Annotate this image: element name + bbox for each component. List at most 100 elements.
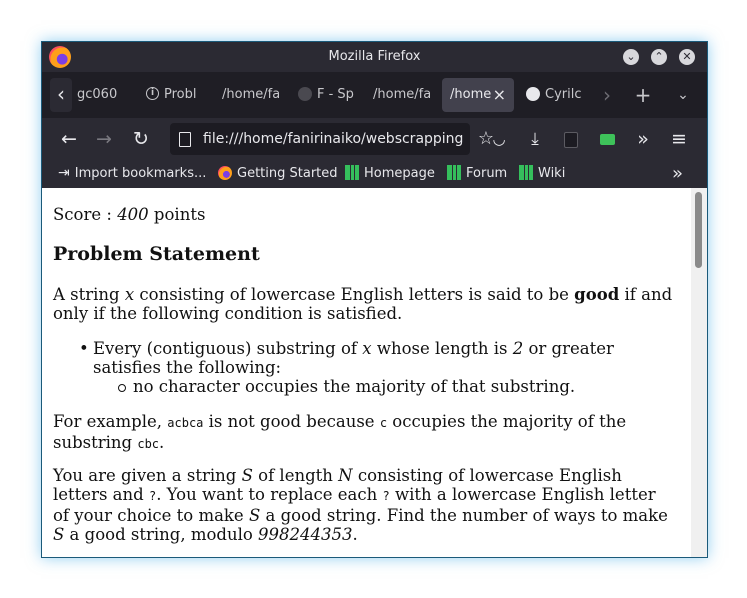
tab-gc060[interactable]: gc060 <box>77 78 127 112</box>
bookmark-label: Wiki <box>538 166 566 181</box>
tab-label: Probl <box>164 87 197 102</box>
code: ? <box>382 489 390 503</box>
text: of length <box>252 466 339 485</box>
extension-icon[interactable] <box>556 124 586 154</box>
math-var: S <box>241 466 253 485</box>
tab-home-2[interactable]: /home/fa <box>373 78 430 112</box>
bookmark-import[interactable]: ⇥ Import bookmarks... <box>58 164 206 184</box>
tab-home-active[interactable]: /home × <box>442 78 514 112</box>
nested-list-item: no character occupies the majority of th… <box>118 377 576 396</box>
bookmark-forum[interactable]: Forum <box>447 164 507 184</box>
close-tab-icon[interactable]: × <box>493 78 506 112</box>
paragraph-task: You are given a string S of length N con… <box>53 466 673 544</box>
minimize-button[interactable]: ⌄ <box>623 49 639 65</box>
bookmark-homepage[interactable]: Homepage <box>345 164 435 184</box>
window-title: Mozilla Firefox <box>328 49 421 64</box>
more-tools-button[interactable]: » <box>628 124 658 154</box>
pocket-icon[interactable]: ◡ <box>484 124 514 154</box>
scroll-tabs-right-button[interactable]: › <box>594 78 620 112</box>
text: a good string, modulo <box>64 525 259 544</box>
math-var: S <box>248 506 261 525</box>
text: A string <box>53 285 125 304</box>
score-suffix: points <box>148 205 206 224</box>
tab-strip: ‹ gc060 i Probl /home/fa F - Sp /home/fa … <box>42 72 707 118</box>
text: consisting of lowercase English letters … <box>134 285 575 304</box>
text: no character occupies the majority of th… <box>133 377 576 396</box>
bookmark-wiki[interactable]: Wiki <box>519 164 565 184</box>
text: . <box>159 433 165 452</box>
circle-bullet-icon <box>118 384 126 392</box>
info-icon: i <box>146 87 159 100</box>
browser-window: Mozilla Firefox ⌄ ⌃ ✕ ‹ gc060 i Probl /ho… <box>41 41 708 558</box>
code: c <box>379 416 388 430</box>
tab-label: gc060 <box>77 87 118 102</box>
tab-label: F - Sp <box>317 87 354 102</box>
math-var: N <box>338 466 353 485</box>
text: a good string. Find the number of ways t… <box>260 506 668 525</box>
bookmark-label: Homepage <box>364 166 435 181</box>
url-bar[interactable]: file:///home/fanirinaiko/webscrapping <box>170 123 470 155</box>
back-button[interactable]: ← <box>54 124 84 154</box>
site-favicon-icon <box>298 86 312 101</box>
bookmark-label: Getting Started <box>237 166 338 181</box>
tab-label: Cyrilc <box>545 87 581 102</box>
forward-button[interactable]: → <box>89 124 119 154</box>
tab-cyrilc[interactable]: Cyrilc <box>526 78 581 112</box>
bookmark-label: Import bookmarks... <box>74 166 207 181</box>
bold-term: good <box>574 285 620 304</box>
text: whose length is <box>371 339 513 358</box>
page-content: Score : 400 points Problem Statement A s… <box>42 188 691 557</box>
downloads-icon[interactable]: ⤓ <box>520 124 550 154</box>
text: For example, <box>53 412 168 431</box>
math-var: x <box>124 285 135 304</box>
bookmark-getting-started[interactable]: Getting Started <box>218 164 338 184</box>
import-icon: ⇥ <box>58 164 70 181</box>
scroll-tabs-left-button[interactable]: ‹ <box>50 78 72 112</box>
bookmarks-toolbar: ⇥ Import bookmarks... Getting Started Hom… <box>42 160 707 188</box>
code: acbca <box>167 416 204 430</box>
tab-label: /home <box>450 87 492 102</box>
score-line: Score : 400 points <box>53 205 205 224</box>
bookmark-label: Forum <box>466 166 508 181</box>
paragraph-example: For example, acbca is not good because c… <box>53 412 653 454</box>
navigation-toolbar: ← → ↻ file:///home/fanirinaiko/webscrapp… <box>42 118 707 160</box>
extension-green-icon[interactable] <box>592 124 622 154</box>
math-var: x <box>362 339 372 358</box>
tab-problem[interactable]: i Probl <box>146 78 202 112</box>
close-window-button[interactable]: ✕ <box>679 49 695 65</box>
score-prefix: Score : <box>53 205 118 224</box>
new-tab-button[interactable]: + <box>630 78 656 112</box>
paragraph-definition: A string x consisting of lowercase Engli… <box>53 285 673 323</box>
problem-heading: Problem Statement <box>53 243 260 265</box>
menu-button[interactable]: ≡ <box>664 124 694 154</box>
page-icon <box>179 132 191 147</box>
text: Every (contiguous) substring of <box>93 339 363 358</box>
url-text: file:///home/fanirinaiko/webscrapping <box>203 131 464 147</box>
text: You are given a string <box>53 466 242 485</box>
tab-label: /home/fa <box>373 87 430 102</box>
score-value: 400 <box>117 205 149 224</box>
list-item: • Every (contiguous) substring of x whos… <box>79 339 678 377</box>
bullet-icon: • <box>79 339 89 358</box>
reload-button[interactable]: ↻ <box>126 124 156 154</box>
text: . <box>352 525 358 544</box>
text: . You want to replace each <box>156 485 383 504</box>
tab-label: /home/fa <box>222 87 279 102</box>
tab-home-1[interactable]: /home/fa <box>222 78 279 112</box>
scrollbar-thumb[interactable] <box>695 192 702 268</box>
vertical-scrollbar[interactable] <box>691 188 707 557</box>
tab-f-sp[interactable]: F - Sp <box>298 78 354 112</box>
manjaro-icon <box>447 165 461 180</box>
manjaro-icon <box>519 165 533 180</box>
math-var: S <box>53 525 65 544</box>
list-all-tabs-button[interactable]: ⌄ <box>670 78 696 112</box>
manjaro-icon <box>345 165 359 180</box>
text: is not good because <box>203 412 380 431</box>
firefox-icon <box>218 165 232 180</box>
more-bookmarks-button[interactable]: » <box>672 164 683 184</box>
maximize-button[interactable]: ⌃ <box>651 49 667 65</box>
math-var: 998244353 <box>258 525 353 544</box>
github-icon <box>526 86 540 101</box>
code: cbc <box>137 437 160 451</box>
math-var: 2 <box>512 339 524 358</box>
